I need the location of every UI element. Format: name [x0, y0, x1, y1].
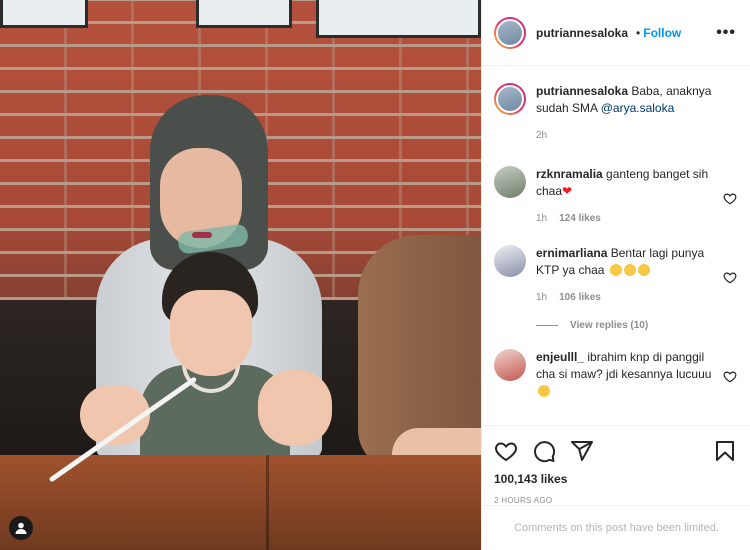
post-header: putriannesaloka • Follow ••• — [482, 0, 750, 66]
save-bookmark-icon[interactable] — [713, 439, 737, 463]
caption-username[interactable]: putriannesaloka — [536, 84, 628, 98]
separator-dot: • — [636, 25, 641, 40]
comment-username[interactable]: ernimarliana — [536, 246, 607, 260]
child-face — [170, 290, 252, 376]
share-icon[interactable] — [570, 439, 594, 463]
wall-frame — [0, 0, 88, 28]
follow-wrap: • Follow — [636, 26, 681, 40]
red-heart-emoji: ❤ — [562, 184, 573, 198]
comment-item: rzknramalia ganteng banget sih chaa❤ 1h … — [494, 166, 737, 227]
comment-time: 1h — [536, 292, 548, 303]
woman-lips — [192, 232, 212, 238]
username[interactable]: putriannesaloka — [536, 26, 628, 40]
wall-frame — [196, 0, 292, 28]
avatar[interactable] — [494, 349, 526, 381]
like-comment-heart-icon[interactable] — [723, 353, 737, 400]
post-actions: 100,143 likes 2 HOURS AGO — [482, 425, 750, 505]
caption-time: 2h — [536, 130, 548, 141]
laughing-emoji — [609, 264, 622, 276]
laughing-emoji — [623, 264, 636, 276]
follow-button[interactable]: Follow — [643, 26, 681, 40]
avatar[interactable] — [494, 16, 526, 49]
like-heart-icon[interactable] — [494, 439, 518, 463]
caption-mention[interactable]: @arya.saloka — [601, 101, 675, 115]
view-replies-button[interactable]: View replies (10) — [536, 320, 737, 331]
comment-icon[interactable] — [532, 439, 556, 463]
avatar[interactable] — [494, 245, 526, 277]
wooden-table — [0, 455, 481, 550]
laughing-emoji — [637, 264, 650, 276]
tagged-user-icon[interactable] — [9, 516, 33, 540]
caption: putriannesaloka Baba, anaknya sudah SMA … — [494, 83, 737, 144]
comment-likes[interactable]: 124 likes — [559, 210, 601, 227]
comment-item: enjeulll_ ibrahim knp di panggil cha si … — [494, 349, 737, 400]
comment-likes[interactable]: 106 likes — [559, 289, 601, 306]
comment-username[interactable]: enjeulll_ — [536, 350, 584, 364]
comment-item: ernimarliana Bentar lagi punya KTP ya ch… — [494, 245, 737, 306]
side-panel: putriannesaloka • Follow ••• putriannesal… — [481, 0, 750, 550]
child-hand-right — [258, 370, 332, 446]
post-time: 2 HOURS AGO — [494, 496, 553, 505]
comment-username[interactable]: rzknramalia — [536, 167, 603, 181]
like-comment-heart-icon[interactable] — [723, 170, 737, 227]
more-options-icon[interactable]: ••• — [716, 24, 736, 42]
post-photo[interactable] — [0, 0, 481, 550]
like-comment-heart-icon[interactable] — [723, 249, 737, 306]
likes-count[interactable]: 100,143 likes — [494, 472, 737, 486]
comments-limited-notice: Comments on this post have been limited. — [482, 505, 750, 550]
comments-list[interactable]: putriannesaloka Baba, anaknya sudah SMA … — [482, 67, 750, 425]
wall-frame — [316, 0, 481, 38]
avatar[interactable] — [494, 83, 526, 115]
comment-time: 1h — [536, 213, 548, 224]
heart-eyes-emoji — [538, 385, 550, 397]
avatar[interactable] — [494, 166, 526, 198]
